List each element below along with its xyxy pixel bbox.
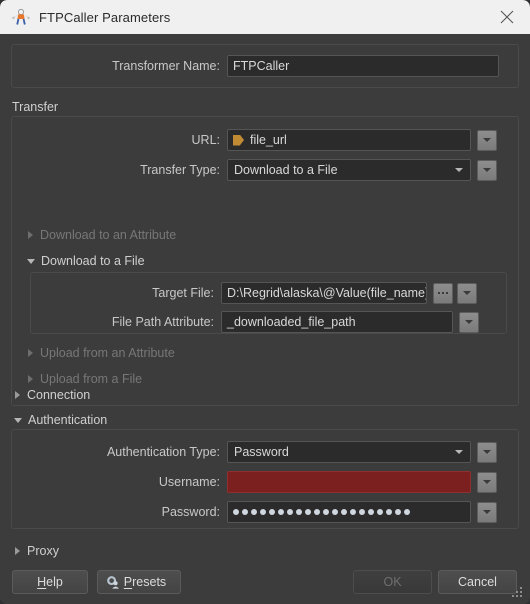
- presets-gear-icon: [106, 575, 120, 589]
- transfer-type-dropdown-button[interactable]: [477, 159, 497, 181]
- file-path-attribute-input[interactable]: _downloaded_file_path: [221, 311, 453, 333]
- authentication-panel: Authentication Type: Password Username: …: [11, 429, 519, 529]
- transfer-type-label: Transfer Type:: [140, 163, 220, 177]
- authentication-type-select[interactable]: Password: [227, 441, 471, 463]
- transfer-type-value: Download to a File: [234, 163, 338, 177]
- target-file-dropdown-button[interactable]: [457, 282, 477, 304]
- username-dropdown-button[interactable]: [477, 471, 497, 493]
- resize-grip[interactable]: [512, 587, 524, 599]
- url-label: URL:: [191, 133, 220, 147]
- transformer-name-label: Transformer Name:: [112, 59, 220, 73]
- username-input[interactable]: [227, 471, 471, 493]
- ok-button[interactable]: OK: [353, 570, 432, 594]
- password-label: Password:: [161, 505, 220, 519]
- chevron-down-icon: [27, 258, 35, 264]
- help-button[interactable]: Help: [12, 570, 88, 594]
- target-file-browse-button[interactable]: [433, 282, 453, 304]
- file-path-attribute-label: File Path Attribute:: [111, 315, 214, 329]
- help-button-label-rest: elp: [46, 575, 63, 589]
- section-proxy-label: Proxy: [27, 544, 59, 558]
- chevron-down-icon: [455, 168, 463, 172]
- authentication-type-label: Authentication Type:: [106, 445, 220, 459]
- chevron-right-icon: [28, 231, 33, 239]
- password-masked-value: [233, 509, 410, 515]
- transfer-panel: URL: file_url Transfer Type: Download to…: [11, 116, 519, 406]
- section-download-to-a-file-label: Download to a File: [41, 254, 145, 268]
- section-upload-from-a-file[interactable]: Upload from a File: [25, 371, 142, 387]
- presets-button[interactable]: Presets: [97, 570, 181, 594]
- cancel-button[interactable]: Cancel: [438, 570, 517, 594]
- help-mnemonic: H: [37, 575, 47, 589]
- chevron-down-icon: [455, 450, 463, 454]
- section-upload-from-an-attribute-label: Upload from an Attribute: [40, 346, 175, 360]
- chevron-right-icon: [15, 391, 20, 399]
- transfer-type-select[interactable]: Download to a File: [227, 159, 471, 181]
- section-connection[interactable]: Connection: [12, 387, 90, 403]
- section-authentication[interactable]: Authentication: [12, 412, 107, 428]
- url-input[interactable]: file_url: [227, 129, 471, 151]
- dialog-title: FTPCaller Parameters: [39, 9, 171, 25]
- file-path-attribute-dropdown-button[interactable]: [459, 311, 479, 333]
- section-upload-from-a-file-label: Upload from a File: [40, 372, 143, 386]
- target-file-input[interactable]: D:\Regrid\alaska\@Value(file_name): [221, 282, 427, 304]
- attribute-icon: [233, 134, 244, 146]
- section-authentication-label: Authentication: [28, 413, 108, 427]
- password-input[interactable]: [227, 501, 471, 523]
- title-bar: FTPCaller Parameters: [0, 0, 530, 34]
- presets-mnemonic: P: [123, 575, 133, 589]
- section-download-to-an-attribute-label: Download to an Attribute: [40, 228, 177, 242]
- authentication-type-value: Password: [234, 445, 289, 459]
- password-dropdown-button[interactable]: [477, 501, 497, 523]
- chevron-right-icon: [28, 349, 33, 357]
- section-download-to-a-file[interactable]: Download to a File: [25, 253, 145, 269]
- transformer-name-input[interactable]: FTPCaller: [227, 55, 499, 77]
- dialog-body: Transformer Name: FTPCaller Transfer URL…: [0, 34, 530, 604]
- authentication-type-dropdown-button[interactable]: [477, 441, 497, 463]
- close-icon[interactable]: [484, 0, 530, 34]
- transfer-group-caption: Transfer: [12, 100, 59, 114]
- url-value: file_url: [250, 133, 287, 147]
- presets-button-label-rest: resets: [132, 575, 167, 589]
- target-file-label: Target File:: [152, 286, 214, 300]
- download-to-a-file-panel: Target File: D:\Regrid\alaska\@Value(fil…: [30, 272, 507, 334]
- username-label: Username:: [158, 475, 220, 489]
- section-proxy[interactable]: Proxy: [12, 543, 59, 559]
- ftpcaller-parameters-dialog: FTPCaller Parameters Transformer Name: F…: [0, 0, 530, 604]
- transformer-name-panel: Transformer Name: FTPCaller: [11, 44, 519, 88]
- chevron-right-icon: [28, 375, 33, 383]
- chevron-right-icon: [15, 547, 20, 555]
- chevron-down-icon: [14, 417, 22, 423]
- transformer-icon: [12, 8, 30, 26]
- url-dropdown-button[interactable]: [477, 129, 497, 151]
- section-upload-from-an-attribute[interactable]: Upload from an Attribute: [25, 345, 175, 361]
- section-connection-label: Connection: [27, 388, 91, 402]
- section-download-to-an-attribute[interactable]: Download to an Attribute: [25, 227, 176, 243]
